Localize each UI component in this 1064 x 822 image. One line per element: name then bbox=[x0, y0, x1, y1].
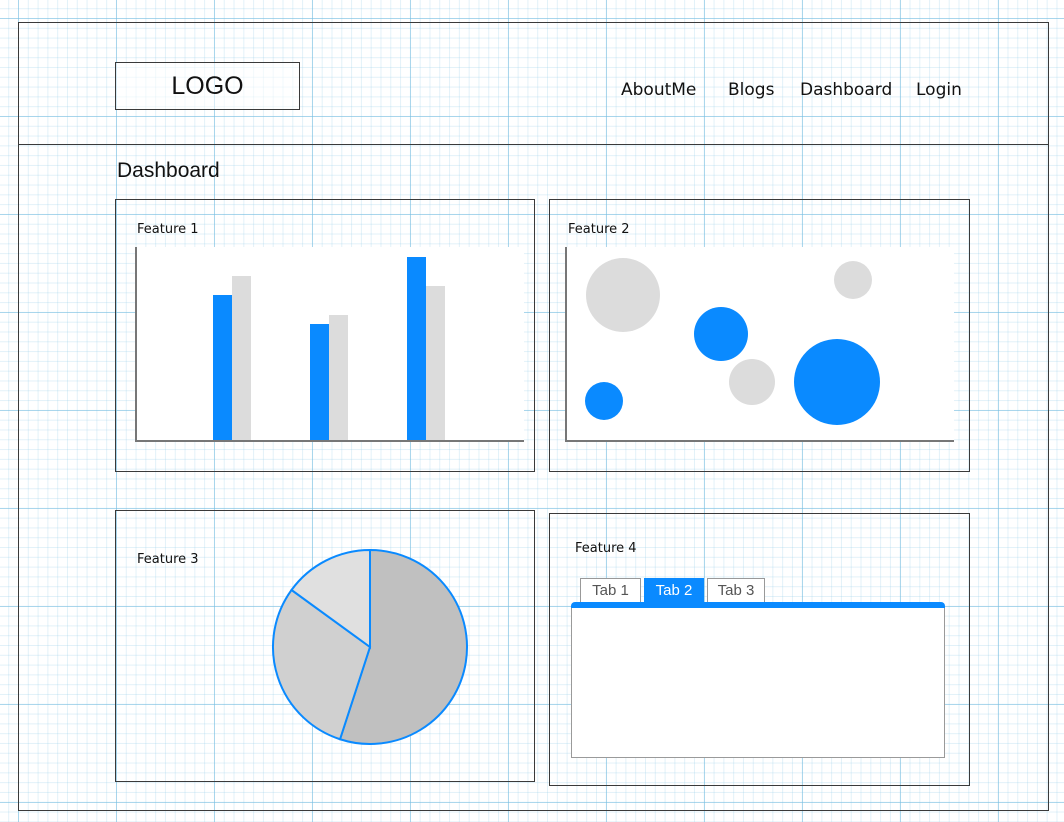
nav-item-dashboard[interactable]: Dashboard bbox=[800, 80, 892, 100]
bar-chart-x-axis bbox=[135, 440, 524, 442]
bubble-point-6 bbox=[584, 382, 623, 421]
bar-series2-cat2 bbox=[329, 314, 348, 440]
bar-series1-cat3 bbox=[407, 256, 426, 440]
bubble-point-1 bbox=[586, 258, 661, 333]
feature3-pie-chart bbox=[272, 548, 468, 745]
bubble-chart-x-axis bbox=[565, 440, 954, 442]
feature2-label: Feature 2 bbox=[568, 222, 630, 237]
bubble-point-5 bbox=[794, 339, 881, 426]
tab-3[interactable]: Tab 3 bbox=[707, 578, 765, 602]
bubble-chart-y-axis bbox=[565, 247, 567, 442]
feature2-bubble-chart bbox=[565, 247, 954, 442]
bubble-point-3 bbox=[728, 359, 775, 406]
feature1-label: Feature 1 bbox=[137, 222, 199, 237]
bar-series1-cat2 bbox=[310, 324, 329, 440]
bubble-point-2 bbox=[693, 306, 748, 361]
logo[interactable]: LOGO bbox=[115, 62, 300, 110]
page-title: Dashboard bbox=[117, 159, 220, 182]
nav-item-login[interactable]: Login bbox=[916, 80, 962, 100]
feature1-bar-chart bbox=[135, 247, 524, 442]
nav-item-blogs[interactable]: Blogs bbox=[728, 80, 774, 100]
tab-2[interactable]: Tab 2 bbox=[644, 578, 704, 602]
header-divider bbox=[18, 144, 1049, 145]
bar-chart-y-axis bbox=[135, 247, 137, 442]
bubble-point-4 bbox=[833, 260, 872, 299]
tab-content-panel bbox=[571, 608, 945, 758]
bar-series2-cat3 bbox=[426, 285, 445, 440]
feature3-label: Feature 3 bbox=[137, 552, 199, 567]
bar-series1-cat1 bbox=[213, 295, 232, 440]
feature4-label: Feature 4 bbox=[575, 541, 637, 556]
tab-1[interactable]: Tab 1 bbox=[580, 578, 641, 602]
bar-series2-cat1 bbox=[232, 275, 251, 440]
nav-item-aboutme[interactable]: AboutMe bbox=[621, 80, 696, 100]
